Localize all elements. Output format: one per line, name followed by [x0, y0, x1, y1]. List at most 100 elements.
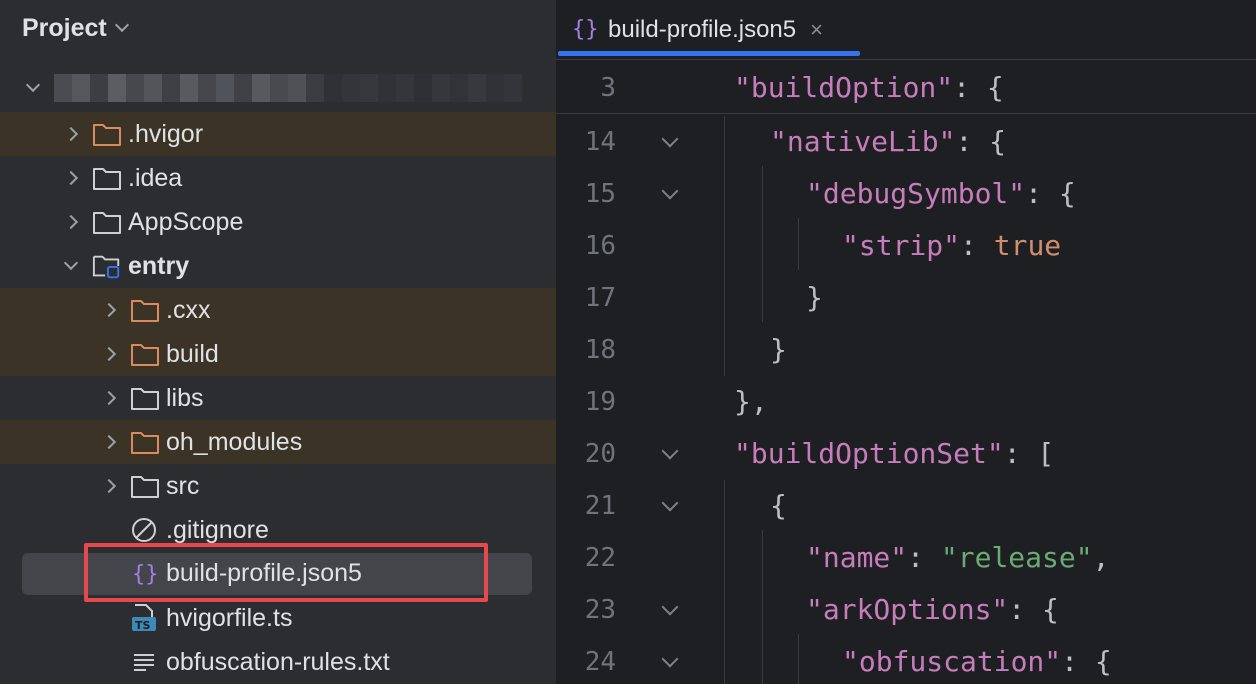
tree-item-label: .cxx: [166, 295, 211, 324]
folder-icon: [130, 471, 160, 501]
close-icon[interactable]: ×: [810, 17, 823, 43]
tree-item-label: .hvigor: [128, 119, 204, 148]
ignore-file-icon: [130, 515, 160, 545]
json-key: "arkOptions": [806, 593, 1009, 626]
expand-arrow-icon[interactable]: [24, 66, 54, 110]
code-line[interactable]: 17 }: [556, 272, 1256, 324]
json-punct: : {: [1008, 593, 1059, 626]
code-text: }: [770, 333, 787, 366]
module-folder-icon: [92, 251, 122, 281]
code-line[interactable]: 15 "debugSymbol": {: [556, 168, 1256, 220]
code-text: "buildOption": {: [734, 62, 1004, 114]
code-line[interactable]: 18 }: [556, 324, 1256, 376]
code-line[interactable]: 21 {: [556, 480, 1256, 532]
folder-icon: [92, 207, 122, 237]
active-tab-indicator: [558, 51, 860, 56]
fold-chevron-icon[interactable]: [661, 494, 679, 512]
expand-arrow-icon[interactable]: [62, 156, 92, 200]
json-punct: : {: [1061, 645, 1112, 678]
fold-chevron-icon[interactable]: [661, 442, 679, 460]
tree-item-label: obfuscation-rules.txt: [166, 647, 390, 676]
tree-row-appscope[interactable]: AppScope: [0, 200, 556, 244]
code-line[interactable]: 19 },: [556, 376, 1256, 428]
tree-row-obfuscation-rules[interactable]: obfuscation-rules.txt: [0, 640, 556, 684]
folder-icon: [130, 295, 160, 325]
code-line[interactable]: 22 "name": "release",: [556, 532, 1256, 584]
tree-row-libs[interactable]: libs: [0, 376, 556, 420]
folder-icon: [92, 119, 122, 149]
code-line[interactable]: 23 "arkOptions": {: [556, 584, 1256, 636]
line-number: 22: [584, 543, 616, 573]
expand-arrow-icon[interactable]: [62, 112, 92, 156]
line-number: 21: [584, 491, 616, 521]
code-line[interactable]: 20 "buildOptionSet": [: [556, 428, 1256, 480]
tree-row-oh-modules[interactable]: oh_modules: [0, 420, 556, 464]
tree-item-label: build: [166, 339, 219, 368]
expand-arrow-icon[interactable]: [100, 288, 130, 332]
typescript-file-icon: TS: [130, 603, 160, 633]
code-text: "arkOptions": {: [806, 584, 1059, 636]
json-punct: : [: [1003, 437, 1055, 470]
json-key: "buildOptionSet": [734, 437, 1004, 470]
line-number: 19: [584, 387, 616, 417]
fold-chevron-icon[interactable]: [661, 130, 679, 148]
code-text: "nativeLib": {: [770, 116, 1006, 168]
tree-row-src[interactable]: src: [0, 464, 556, 508]
json-key: "debugSymbol": [806, 177, 1026, 210]
expand-arrow-icon[interactable]: [100, 420, 130, 464]
folder-icon: [130, 383, 160, 413]
expand-arrow-icon[interactable]: [100, 332, 130, 376]
folder-icon: [130, 427, 160, 457]
tree-item-label: src: [166, 471, 200, 500]
expand-arrow-icon[interactable]: [100, 464, 130, 508]
folder-icon: [130, 339, 160, 369]
line-number: 16: [584, 231, 616, 261]
json-punct: :: [907, 541, 941, 574]
line-number: 24: [584, 647, 616, 677]
line-number: 14: [584, 127, 616, 157]
json-punct: : {: [1025, 177, 1076, 210]
expand-arrow-icon[interactable]: [62, 244, 92, 288]
tree-row-cxx[interactable]: .cxx: [0, 288, 556, 332]
line-number: 17: [584, 283, 616, 313]
tree-row-hvigorfile[interactable]: TS hvigorfile.ts: [0, 596, 556, 640]
tree-item-label: entry: [128, 251, 190, 280]
json-punct: : {: [955, 125, 1007, 158]
json-file-icon: {}: [130, 558, 160, 588]
line-number: 18: [584, 335, 616, 365]
fold-chevron-icon[interactable]: [661, 598, 679, 616]
tree-item-label: .gitignore: [166, 515, 269, 544]
code-line[interactable]: 24 "obfuscation": {: [556, 636, 1256, 684]
json-file-icon: {}: [570, 14, 599, 47]
text-file-icon: [130, 647, 160, 677]
tree-row-build[interactable]: build: [0, 332, 556, 376]
json-key: "strip": [842, 229, 961, 262]
code-line[interactable]: 3 "buildOption": {: [556, 62, 1256, 114]
tree-row-idea[interactable]: .idea: [0, 156, 556, 200]
tree-row-hvigor[interactable]: .hvigor: [0, 112, 556, 156]
code-line[interactable]: 16 "strip": true: [556, 220, 1256, 272]
json-key: "nativeLib": [770, 125, 956, 158]
fold-chevron-icon[interactable]: [661, 650, 679, 668]
code-text: "buildOptionSet": [: [734, 428, 1054, 480]
json-key: "buildOption": [734, 71, 954, 104]
code-line[interactable]: 14 "nativeLib": {: [556, 116, 1256, 168]
project-view-selector[interactable]: Project: [22, 10, 129, 46]
tree-item-label: oh_modules: [166, 427, 303, 456]
json-key: "name": [806, 541, 908, 574]
tree-item-label: AppScope: [128, 207, 244, 236]
panel-title: Project: [22, 13, 107, 42]
project-tool-window: Project .hvigor .idea AppScope entry .cx…: [0, 0, 556, 684]
tree-item-label: libs: [166, 383, 204, 412]
line-number: 23: [584, 595, 616, 625]
expand-arrow-icon[interactable]: [62, 200, 92, 244]
tree-row-entry[interactable]: entry: [0, 244, 556, 288]
tree-row-root[interactable]: [0, 66, 556, 110]
redacted-project-name: [54, 73, 522, 103]
code-text: },: [734, 385, 768, 418]
chevron-down-icon: [114, 17, 129, 33]
json-string: "release": [940, 541, 1093, 574]
tree-item-label: .idea: [128, 163, 183, 192]
expand-arrow-icon[interactable]: [100, 376, 130, 420]
fold-chevron-icon[interactable]: [661, 182, 679, 200]
